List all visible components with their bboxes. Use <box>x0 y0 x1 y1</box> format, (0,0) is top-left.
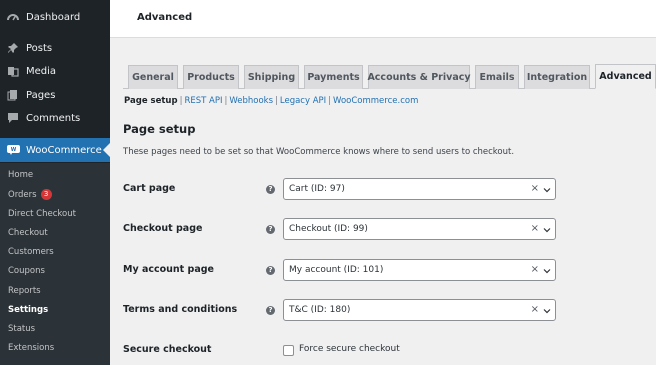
submenu-label: Home <box>8 170 34 180</box>
woocommerce-submenu: Home Orders 3 Direct Checkout Checkout Cu… <box>0 163 110 365</box>
tab-label: Emails <box>479 72 515 83</box>
subnav-legacy-api[interactable]: Legacy API <box>280 96 326 106</box>
help-icon[interactable]: ? <box>266 185 275 194</box>
svg-text:W: W <box>10 147 16 153</box>
tab-label: Accounts & Privacy <box>367 72 471 83</box>
comments-icon <box>6 111 20 125</box>
terms-page-select[interactable]: T&C (ID: 180) × <box>283 299 556 321</box>
dashboard-icon <box>6 10 20 24</box>
submenu-label: Extensions <box>8 343 55 353</box>
menu-item-dashboard[interactable]: Dashboard <box>0 6 110 28</box>
submenu-label: Orders <box>8 189 37 200</box>
force-secure-checkout-label[interactable]: Force secure checkout <box>299 344 400 354</box>
chevron-down-icon <box>543 188 551 193</box>
subnav-woocommerce-com[interactable]: WooCommerce.com <box>333 96 418 106</box>
menu-item-comments[interactable]: Comments <box>0 107 110 129</box>
admin-sidebar: Dashboard Posts Media Pages Comments W W… <box>0 0 110 365</box>
submenu-item-status[interactable]: Status <box>8 324 35 334</box>
menu-item-pages[interactable]: Pages <box>0 84 110 106</box>
my-account-page-label: My account page <box>123 264 214 275</box>
pin-icon <box>6 41 20 55</box>
tab-payments[interactable]: Payments <box>304 65 363 89</box>
section-subnav: Page setup | REST API | Webhooks | Legacy API |… <box>124 96 419 106</box>
select-value: My account (ID: 101) <box>289 265 384 275</box>
clear-icon[interactable]: × <box>531 183 539 194</box>
section-description: These pages need to be set so that WooCo… <box>123 147 515 157</box>
section-title: Page setup <box>123 122 196 136</box>
submenu-item-orders[interactable]: Orders 3 <box>8 189 52 200</box>
submenu-item-reports[interactable]: Reports <box>8 286 41 296</box>
woocommerce-icon: W <box>6 143 20 157</box>
secure-checkout-label: Secure checkout <box>123 344 212 355</box>
submenu-item-settings[interactable]: Settings <box>8 305 48 315</box>
chevron-down-icon <box>543 269 551 274</box>
submenu-item-checkout[interactable]: Checkout <box>8 228 48 238</box>
tab-label: Shipping <box>247 72 296 83</box>
menu-label: Comments <box>26 112 81 124</box>
page-title: Advanced <box>137 12 193 23</box>
select-value: Cart (ID: 97) <box>289 184 345 194</box>
select-value: Checkout (ID: 99) <box>289 224 368 234</box>
checkout-page-label: Checkout page <box>123 223 203 234</box>
clear-icon[interactable]: × <box>531 223 539 234</box>
submenu-label: Settings <box>8 305 49 315</box>
clear-icon[interactable]: × <box>531 304 539 315</box>
submenu-label: Checkout <box>8 228 48 238</box>
help-icon[interactable]: ? <box>266 266 275 275</box>
checkout-page-select[interactable]: Checkout (ID: 99) × <box>283 218 556 240</box>
my-account-page-select[interactable]: My account (ID: 101) × <box>283 259 556 281</box>
tab-emails[interactable]: Emails <box>475 65 519 89</box>
tab-label: General <box>132 72 174 83</box>
submenu-label: Direct Checkout <box>8 209 76 219</box>
submenu-item-home[interactable]: Home <box>8 170 33 180</box>
pages-icon <box>6 88 20 102</box>
terms-page-label: Terms and conditions <box>123 304 238 315</box>
cart-page-select[interactable]: Cart (ID: 97) × <box>283 178 556 200</box>
cart-page-label: Cart page <box>123 183 176 194</box>
menu-item-media[interactable]: Media <box>0 60 110 82</box>
menu-label: Pages <box>26 89 56 101</box>
submenu-item-direct-checkout[interactable]: Direct Checkout <box>8 209 76 219</box>
menu-label: WooCommerce <box>26 144 102 156</box>
menu-item-posts[interactable]: Posts <box>0 37 110 59</box>
menu-label: Dashboard <box>26 11 81 23</box>
clear-icon[interactable]: × <box>531 264 539 275</box>
submenu-label: Coupons <box>8 266 45 276</box>
page-header: Advanced <box>110 0 656 38</box>
submenu-label: Customers <box>8 247 54 257</box>
orders-count-badge: 3 <box>40 189 52 200</box>
tab-products[interactable]: Products <box>183 65 239 89</box>
force-secure-checkout-checkbox[interactable] <box>283 345 294 356</box>
submenu-item-extensions[interactable]: Extensions <box>8 343 54 353</box>
menu-label: Posts <box>26 42 53 54</box>
tab-advanced[interactable]: Advanced <box>595 64 656 89</box>
menu-item-woocommerce[interactable]: W WooCommerce <box>0 138 110 162</box>
tab-general[interactable]: General <box>128 65 178 89</box>
tab-integration[interactable]: Integration <box>524 65 590 89</box>
subnav-webhooks[interactable]: Webhooks <box>229 96 273 106</box>
media-icon <box>6 64 20 78</box>
submenu-item-coupons[interactable]: Coupons <box>8 266 45 276</box>
active-menu-arrow <box>103 143 110 157</box>
tab-label: Products <box>187 72 235 83</box>
select-value: T&C (ID: 180) <box>289 305 351 315</box>
chevron-down-icon <box>543 309 551 314</box>
submenu-item-customers[interactable]: Customers <box>8 247 54 257</box>
tab-shipping[interactable]: Shipping <box>244 65 299 89</box>
menu-label: Media <box>26 65 57 77</box>
tab-accounts-privacy[interactable]: Accounts & Privacy <box>367 65 471 89</box>
submenu-label: Status <box>8 324 36 334</box>
subnav-page-setup[interactable]: Page setup <box>124 96 178 106</box>
subnav-rest-api[interactable]: REST API <box>184 96 222 106</box>
tab-label: Integration <box>526 72 588 83</box>
chevron-down-icon <box>543 228 551 233</box>
submenu-label: Reports <box>8 286 41 296</box>
tab-label: Advanced <box>599 71 652 82</box>
help-icon[interactable]: ? <box>266 225 275 234</box>
tab-label: Payments <box>307 72 360 83</box>
help-icon[interactable]: ? <box>266 306 275 315</box>
